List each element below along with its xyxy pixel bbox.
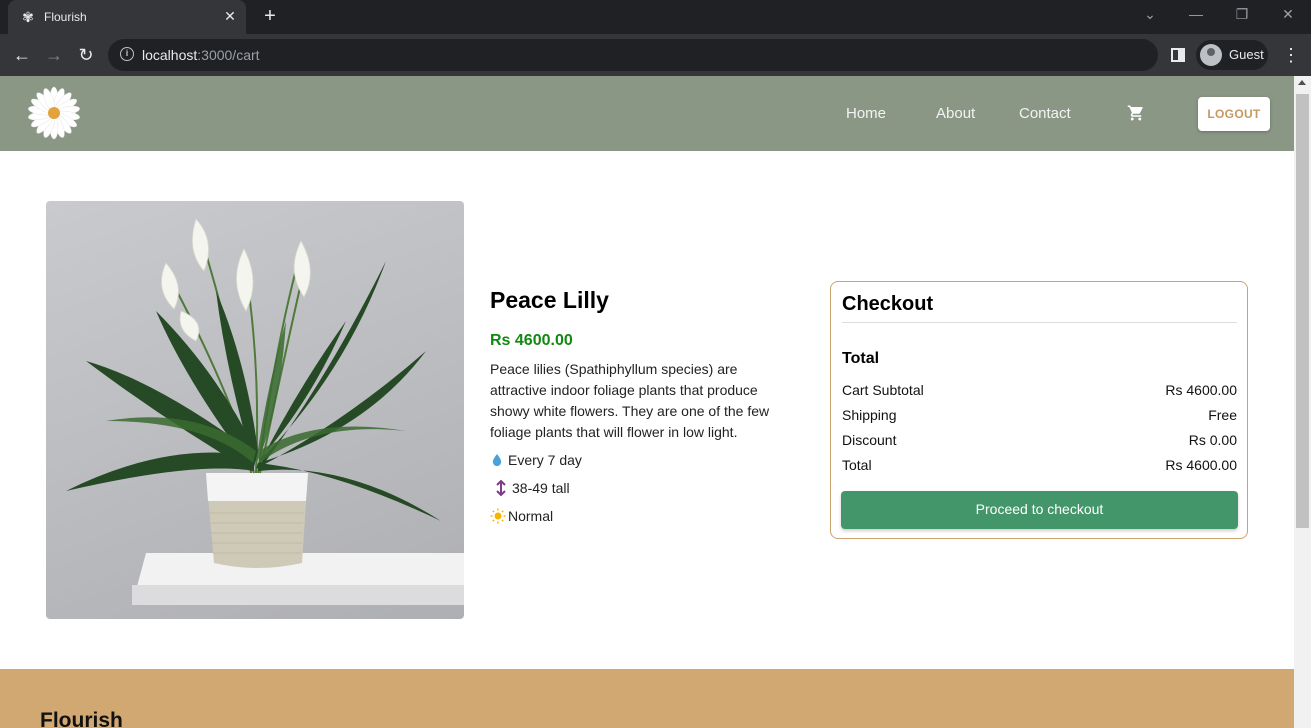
peace-lily-illustration xyxy=(66,218,464,605)
page-viewport: Home About Contact LOGOUT Peace Lilly Rs… xyxy=(0,76,1311,728)
reload-icon[interactable]: ↻ xyxy=(75,44,97,66)
nav-home-link[interactable]: Home xyxy=(846,105,886,122)
row-value: Free xyxy=(1208,407,1237,423)
tab-title: Flourish xyxy=(44,10,87,24)
close-tab-icon[interactable]: ✕ xyxy=(222,8,238,24)
cart-icon[interactable] xyxy=(1127,104,1145,122)
site-header: Home About Contact LOGOUT xyxy=(0,76,1294,151)
profile-button[interactable]: Guest xyxy=(1196,40,1268,70)
side-panel-icon[interactable] xyxy=(1171,48,1185,62)
scrollbar-thumb[interactable] xyxy=(1296,94,1309,528)
browser-tab[interactable]: ✾ Flourish ✕ xyxy=(8,0,246,34)
cart-subtotal-row: Cart Subtotal Rs 4600.00 xyxy=(842,382,1237,398)
site-footer: Flourish xyxy=(0,669,1294,728)
water-frequency: Every 7 day xyxy=(490,452,582,468)
flower-favicon-icon: ✾ xyxy=(22,9,34,25)
light-requirement-text: Normal xyxy=(508,508,554,524)
checkout-card: Checkout Total Cart Subtotal Rs 4600.00 … xyxy=(830,281,1248,539)
discount-row: Discount Rs 0.00 xyxy=(842,432,1237,448)
restore-icon[interactable]: ❐ xyxy=(1232,6,1252,23)
browser-tab-bar: ✾ Flourish ✕ + ⌄ — ❐ ✕ xyxy=(0,0,1311,34)
plant-height: 38-49 tall xyxy=(490,480,570,496)
light-requirement: Normal xyxy=(490,508,553,524)
checkout-title: Checkout xyxy=(842,293,934,315)
checkout-total-heading: Total xyxy=(842,350,880,367)
address-bar[interactable]: i localhost:3000/cart xyxy=(108,39,1158,71)
sun-icon xyxy=(490,508,506,524)
avatar-icon xyxy=(1200,44,1222,66)
product-price: Rs 4600.00 xyxy=(490,332,573,349)
nav-contact-link[interactable]: Contact xyxy=(1019,105,1071,122)
row-value: Rs 4600.00 xyxy=(1165,382,1237,398)
nav-about-link[interactable]: About xyxy=(936,105,975,122)
browser-toolbar: ← → ↻ i localhost:3000/cart Guest ⋮ xyxy=(0,34,1311,76)
product-name: Peace Lilly xyxy=(490,287,609,313)
height-arrow-icon xyxy=(496,480,506,496)
product-description: Peace lilies (Spathiphyllum species) are… xyxy=(490,361,770,440)
row-value: Rs 0.00 xyxy=(1188,432,1237,448)
minimize-icon[interactable]: — xyxy=(1186,6,1206,22)
water-frequency-text: Every 7 day xyxy=(508,452,582,468)
back-icon[interactable]: ← xyxy=(11,44,33,66)
footer-title: Flourish xyxy=(40,709,123,728)
total-row: Total Rs 4600.00 xyxy=(842,457,1237,473)
row-label: Total xyxy=(842,457,872,473)
url-text: localhost:3000/cart xyxy=(142,47,260,63)
daisy-logo-icon[interactable] xyxy=(26,85,82,141)
scroll-up-icon[interactable] xyxy=(1298,80,1306,85)
forward-icon[interactable]: → xyxy=(43,44,65,66)
logout-button[interactable]: LOGOUT xyxy=(1198,97,1270,131)
profile-name: Guest xyxy=(1229,47,1264,62)
page-scrollbar[interactable] xyxy=(1294,76,1311,728)
product-image xyxy=(46,201,464,619)
tab-search-icon[interactable]: ⌄ xyxy=(1140,6,1160,23)
water-drop-icon xyxy=(492,454,502,466)
close-window-icon[interactable]: ✕ xyxy=(1278,6,1298,23)
row-label: Shipping xyxy=(842,407,897,423)
shipping-row: Shipping Free xyxy=(842,407,1237,423)
row-label: Cart Subtotal xyxy=(842,382,924,398)
site-info-icon[interactable]: i xyxy=(120,47,134,61)
browser-menu-icon[interactable]: ⋮ xyxy=(1282,44,1300,66)
new-tab-icon[interactable]: + xyxy=(260,6,280,26)
proceed-to-checkout-button[interactable]: Proceed to checkout xyxy=(841,491,1238,529)
checkout-divider xyxy=(842,322,1237,323)
row-value: Rs 4600.00 xyxy=(1165,457,1237,473)
row-label: Discount xyxy=(842,432,897,448)
plant-height-text: 38-49 tall xyxy=(512,480,570,496)
